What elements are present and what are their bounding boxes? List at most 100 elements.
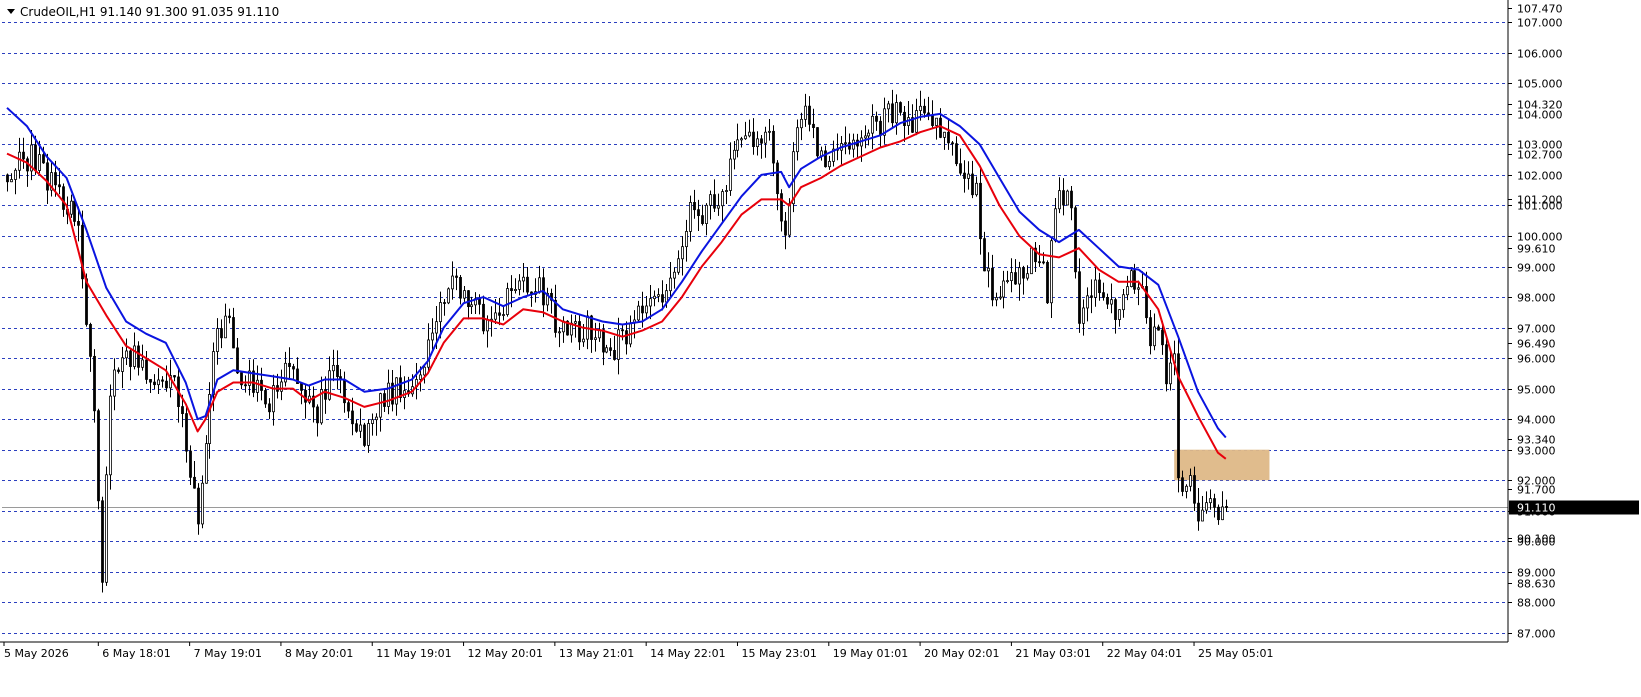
candle-body <box>343 379 346 404</box>
candle-body <box>137 345 140 368</box>
candle-body <box>467 290 470 308</box>
candle-body <box>760 138 763 144</box>
candle-body <box>224 315 227 339</box>
candle-body <box>1062 190 1065 206</box>
x-tick-label: 5 May 2026 <box>4 647 69 660</box>
candle-body <box>903 111 906 126</box>
candle-body <box>506 288 509 315</box>
candle-body <box>665 290 668 303</box>
candle-body <box>733 149 736 160</box>
candle-body <box>1090 295 1093 298</box>
price-zone <box>1174 449 1270 481</box>
candle-body <box>804 105 807 120</box>
candle-body <box>1110 299 1113 305</box>
x-tick-label: 19 May 01:01 <box>833 647 908 660</box>
candle-body <box>1185 485 1188 492</box>
chart-header-title: CrudeOIL,H1 91.140 91.300 91.035 91.110 <box>20 5 279 19</box>
y-tick-label: 102.000 <box>1517 170 1563 183</box>
candle-body <box>1042 261 1045 264</box>
candle-body <box>1030 247 1033 275</box>
candle-body <box>796 127 799 153</box>
candle-body <box>470 304 473 308</box>
candle-body <box>10 179 13 183</box>
candle-body <box>89 324 92 357</box>
candle-body <box>673 271 676 279</box>
candle-body <box>657 294 660 297</box>
price-mark-label: 88.630 <box>1517 578 1556 591</box>
candle-body <box>701 215 704 224</box>
candle-body <box>594 337 597 340</box>
candle-body <box>379 393 382 418</box>
candle-body <box>332 364 335 372</box>
price-mark-label: 93.340 <box>1517 434 1556 447</box>
candle-body <box>625 330 628 345</box>
y-tick-label: 106.000 <box>1517 48 1563 61</box>
candle-body <box>1050 240 1053 304</box>
candle-body <box>423 366 426 376</box>
candle-body <box>205 443 208 484</box>
candle-body <box>133 345 136 367</box>
candle-body <box>105 474 108 583</box>
candle-body <box>895 102 898 124</box>
candle-body <box>1102 292 1105 298</box>
candle-body <box>963 172 966 179</box>
candle-body <box>77 221 80 226</box>
x-tick-label: 15 May 23:01 <box>741 647 816 660</box>
x-tick-label: 8 May 20:01 <box>285 647 353 660</box>
candle-body <box>1002 280 1005 298</box>
candle-body <box>1161 329 1164 346</box>
candle-body <box>18 151 21 171</box>
candle-body <box>494 312 497 320</box>
candle-body <box>844 142 847 145</box>
candle-body <box>459 277 462 299</box>
candle-body <box>399 377 402 398</box>
candle-body <box>784 220 787 236</box>
price-chart[interactable]: 107.000106.000105.000104.000103.000102.0… <box>0 0 1641 693</box>
candle-body <box>216 328 219 352</box>
candle-body <box>62 186 65 210</box>
candle-body <box>1074 207 1077 273</box>
candle-body <box>709 194 712 206</box>
candle-body <box>605 347 608 353</box>
candle-body <box>197 487 200 525</box>
price-mark-label: 99.610 <box>1517 243 1556 256</box>
candle-body <box>1078 271 1081 324</box>
candle-body <box>812 123 815 128</box>
candle-body <box>717 205 720 209</box>
candle-body <box>101 500 104 583</box>
candle-body <box>1133 270 1136 290</box>
candle-body <box>864 135 867 139</box>
candle-body <box>34 144 37 171</box>
candle-body <box>891 103 894 124</box>
x-tick-label: 22 May 04:01 <box>1107 647 1182 660</box>
price-mark-label: 90.100 <box>1517 533 1556 546</box>
candle-body <box>1106 297 1109 305</box>
price-mark-label: 96.490 <box>1517 338 1556 351</box>
candle-body <box>617 329 620 360</box>
candle-body <box>280 381 283 392</box>
candle-body <box>85 278 88 325</box>
candle-body <box>1165 344 1168 385</box>
candle-body <box>1169 362 1172 385</box>
candle-body <box>677 258 680 273</box>
candle-body <box>748 131 751 137</box>
candle-body <box>768 130 771 133</box>
y-tick-label: 88.000 <box>1517 597 1556 610</box>
candle-body <box>645 305 648 314</box>
candle-body <box>518 280 521 290</box>
candle-body <box>637 305 640 321</box>
candle-body <box>713 194 716 209</box>
x-tick-label: 21 May 03:01 <box>1015 647 1090 660</box>
candle-body <box>641 305 644 314</box>
candle-body <box>613 350 616 360</box>
y-tick-label: 98.000 <box>1517 292 1556 305</box>
candle-body <box>22 151 25 160</box>
price-mark-label: 101.200 <box>1517 194 1563 207</box>
candle-body <box>1157 326 1160 331</box>
candle-body <box>1181 477 1184 492</box>
candle-body <box>363 424 366 446</box>
candle-body <box>951 142 954 145</box>
candle-body <box>125 350 128 359</box>
candle-body <box>181 406 184 415</box>
chart-window[interactable]: 107.000 106.000 105.000 104.000 103.000 102.0… <box>0 0 1641 693</box>
